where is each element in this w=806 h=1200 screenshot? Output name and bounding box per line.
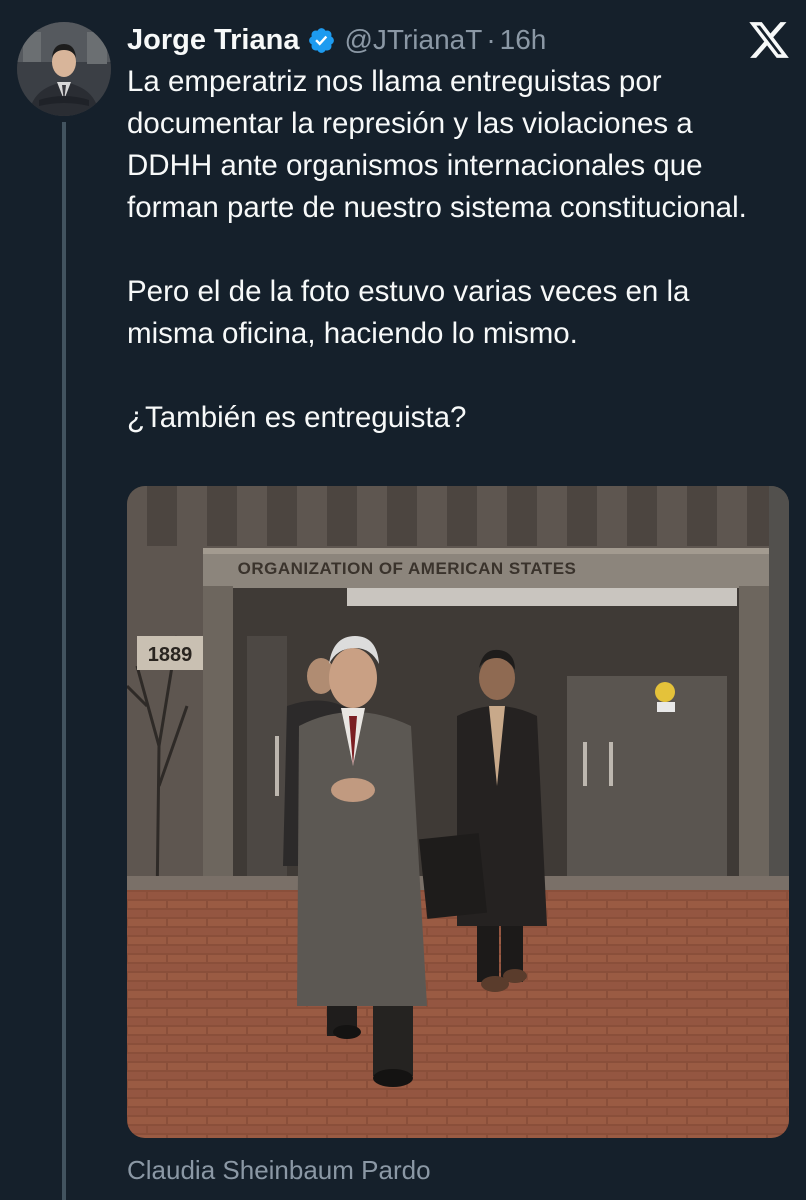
author-handle[interactable]: @JTrianaT: [344, 24, 482, 56]
tweet-timestamp[interactable]: 16h: [500, 24, 547, 56]
tweet-container: Jorge Triana @JTrianaT · 16h La emperatr…: [0, 0, 806, 1200]
tweet-paragraph-3: ¿También es entreguista?: [127, 401, 467, 434]
tweet-paragraph-2: Pero el de la foto estuvo varias veces e…: [127, 275, 690, 350]
photo-caption: Claudia Sheinbaum Pardo: [127, 1155, 431, 1185]
header-separator: ·: [486, 24, 496, 55]
verified-badge-icon: [309, 27, 335, 53]
tweet-paragraph-1: La emperatriz nos llama entreguistas por…: [127, 65, 747, 224]
x-logo-icon[interactable]: [747, 18, 791, 62]
tweet-header: Jorge Triana @JTrianaT · 16h: [127, 18, 546, 62]
avatar-image: [17, 22, 111, 116]
tweet-text: La emperatriz nos llama entreguistas por…: [127, 61, 777, 439]
thread-line: [62, 122, 66, 1200]
address-plaque: 1889: [148, 644, 193, 666]
tweet-photo[interactable]: 1889 ORGANIZATION OF AMERICAN STATES: [127, 486, 789, 1138]
author-name[interactable]: Jorge Triana: [127, 24, 299, 57]
building-sign: ORGANIZATION OF AMERICAN STATES: [238, 559, 577, 578]
avatar[interactable]: [17, 22, 111, 116]
photo-scene: 1889 ORGANIZATION OF AMERICAN STATES: [127, 486, 789, 1138]
